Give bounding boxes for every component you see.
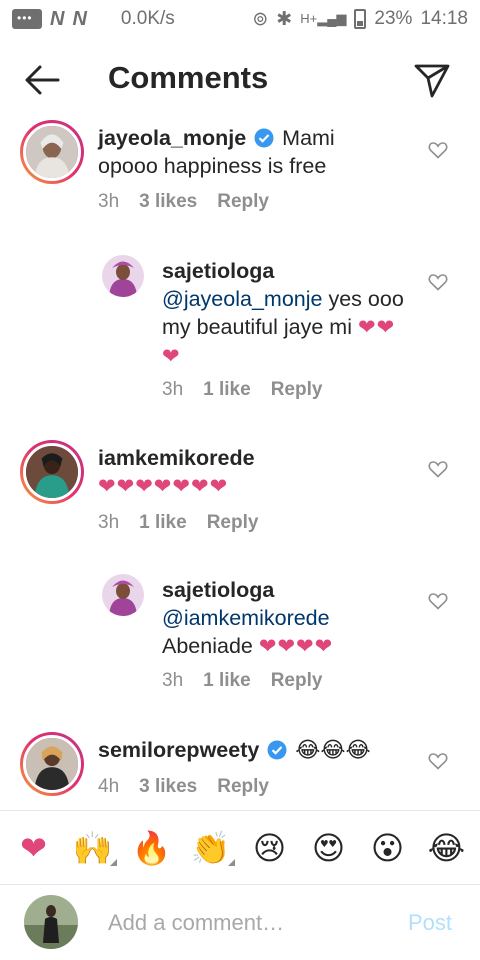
comment-meta: 3h 1 like Reply bbox=[162, 670, 322, 692]
comment-time: 4h bbox=[98, 776, 120, 797]
carrier-icon: N bbox=[72, 7, 87, 30]
header: Comments bbox=[0, 50, 480, 110]
reply-item: sajetiologa @jayeola_monje yes ooo my be… bbox=[0, 255, 480, 415]
reply-button[interactable]: Reply bbox=[271, 379, 323, 401]
comment-item: iamkemikorede ❤❤❤❤❤❤❤ 3h 1 like Reply bbox=[0, 438, 480, 548]
username[interactable]: iamkemikorede bbox=[98, 446, 255, 470]
username[interactable]: sajetiologa bbox=[162, 259, 274, 283]
mention-link[interactable]: @iamkemikorede bbox=[162, 606, 330, 630]
emoji-heart[interactable]: ❤ bbox=[10, 832, 58, 864]
likes-count[interactable]: 3 likes bbox=[139, 776, 197, 798]
post-button[interactable]: Post bbox=[408, 910, 452, 936]
heart-outline-icon[interactable] bbox=[428, 592, 448, 610]
avatar[interactable] bbox=[20, 120, 84, 184]
comment-meta: 3h 1 like Reply bbox=[162, 379, 322, 401]
comment-text: semilorepweety 😂😂😂 bbox=[98, 736, 408, 764]
comment-meta: 3h 1 like Reply bbox=[98, 512, 258, 534]
comment-time: 3h bbox=[98, 191, 120, 212]
reply-button[interactable]: Reply bbox=[217, 191, 269, 213]
battery-level: 23% bbox=[374, 8, 413, 29]
comment-item: jayeola_monje Mami opooo happiness is fr… bbox=[0, 118, 480, 228]
comment-text: jayeola_monje Mami opooo happiness is fr… bbox=[98, 124, 388, 180]
username[interactable]: semilorepweety bbox=[98, 738, 259, 762]
avatar[interactable] bbox=[20, 732, 84, 796]
avatar[interactable] bbox=[102, 255, 144, 297]
clock: 14:18 bbox=[420, 8, 468, 29]
comment-body: Abeniade bbox=[162, 634, 253, 658]
add-comment-input[interactable] bbox=[108, 906, 388, 940]
current-user-avatar bbox=[24, 895, 78, 949]
reply-item: sajetiologa @iamkemikorede Abeniade ❤❤❤❤… bbox=[0, 574, 480, 704]
emoji-heart-eyes[interactable]: 😍 bbox=[305, 832, 353, 864]
likes-count[interactable]: 1 like bbox=[203, 379, 251, 401]
comment-meta: 4h 3 likes Reply bbox=[98, 776, 269, 798]
emoji-laughing[interactable]: 😂 bbox=[423, 832, 471, 864]
comment-item: semilorepweety 😂😂😂 4h 3 likes Reply bbox=[0, 730, 480, 810]
comment-time: 3h bbox=[98, 512, 120, 533]
verified-badge-icon bbox=[267, 740, 287, 760]
comment-text: sajetiologa @iamkemikorede Abeniade ❤❤❤❤ bbox=[162, 576, 412, 661]
username[interactable]: jayeola_monje bbox=[98, 126, 246, 150]
comment-composer: Post bbox=[0, 886, 480, 960]
emoji-clapping[interactable]: 👏 bbox=[187, 832, 235, 866]
laughing-emojis: 😂😂😂 bbox=[295, 738, 371, 762]
heart-emojis: ❤❤❤❤❤❤❤ bbox=[98, 475, 229, 498]
likes-count[interactable]: 1 like bbox=[139, 512, 187, 534]
heart-outline-icon[interactable] bbox=[428, 273, 448, 291]
avatar[interactable] bbox=[102, 574, 144, 616]
comment-time: 3h bbox=[162, 379, 184, 400]
heart-emojis: ❤❤❤❤ bbox=[258, 635, 334, 658]
avatar[interactable] bbox=[20, 440, 84, 504]
emoji-raised-hands[interactable]: 🙌 bbox=[69, 832, 117, 866]
emoji-fire[interactable]: 🔥 bbox=[128, 832, 176, 864]
paper-plane-icon[interactable] bbox=[412, 60, 452, 100]
heart-outline-icon[interactable] bbox=[428, 141, 448, 159]
reply-button[interactable]: Reply bbox=[217, 776, 269, 798]
reply-button[interactable]: Reply bbox=[207, 512, 259, 534]
battery-icon bbox=[354, 9, 367, 29]
comment-time: 3h bbox=[162, 670, 184, 691]
hotspot-icon: ⊚ bbox=[252, 8, 269, 30]
likes-count[interactable]: 1 like bbox=[203, 670, 251, 692]
carrier-icon: N bbox=[50, 7, 65, 30]
comment-meta: 3h 3 likes Reply bbox=[98, 191, 269, 213]
signal-icon: H+▂▄▆ bbox=[300, 11, 347, 26]
reply-button[interactable]: Reply bbox=[271, 670, 323, 692]
status-bar: N N 0.0K/s ⊚ ✱ H+▂▄▆ 23% 14:18 bbox=[0, 0, 480, 38]
comment-text: sajetiologa @jayeola_monje yes ooo my be… bbox=[162, 257, 412, 371]
message-icon bbox=[12, 9, 42, 29]
page-title: Comments bbox=[108, 60, 269, 95]
comment-text: iamkemikorede ❤❤❤❤❤❤❤ bbox=[98, 444, 398, 501]
likes-count[interactable]: 3 likes bbox=[139, 191, 197, 213]
bluetooth-icon: ✱ bbox=[276, 8, 293, 30]
network-speed: 0.0K/s bbox=[120, 8, 175, 29]
back-arrow-icon[interactable] bbox=[22, 62, 62, 98]
emoji-quick-bar: ❤ 🙌 🔥 👏 😢 😍 😮 😂 bbox=[0, 810, 480, 885]
heart-outline-icon[interactable] bbox=[428, 752, 448, 770]
verified-badge-icon bbox=[254, 128, 274, 148]
username[interactable]: sajetiologa bbox=[162, 578, 274, 602]
mention-link[interactable]: @jayeola_monje bbox=[162, 287, 322, 311]
emoji-surprised[interactable]: 😮 bbox=[364, 832, 412, 864]
heart-outline-icon[interactable] bbox=[428, 460, 448, 478]
emoji-crying[interactable]: 😢 bbox=[246, 832, 294, 864]
